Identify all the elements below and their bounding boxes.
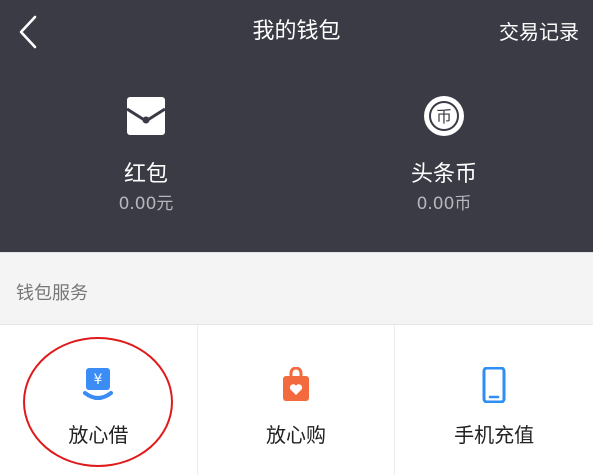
asset-value: 0.00元 <box>118 194 174 214</box>
services-section-title: 钱包服务 <box>16 283 88 304</box>
service-label: 放心购 <box>265 423 326 447</box>
services-grid: ¥ 放心借 放心购 手机充值 <box>0 324 593 475</box>
chevron-left-icon <box>19 15 37 49</box>
service-phone-recharge[interactable]: 手机充值 <box>395 325 593 475</box>
loan-icon: ¥ <box>83 368 114 400</box>
transaction-records-link[interactable]: 交易记录 <box>499 17 579 47</box>
asset-red-packet[interactable]: 红包 0.00元 <box>66 94 226 216</box>
red-packet-icon <box>126 97 166 135</box>
service-label: 放心借 <box>68 423 129 447</box>
back-button[interactable] <box>8 10 48 54</box>
wallet-header: 我的钱包 交易记录 红包 0.00元 币 头条币 0.00币 <box>0 0 593 252</box>
asset-toutiao-coin[interactable]: 币 头条币 0.00币 <box>364 94 524 216</box>
service-label: 手机充值 <box>454 423 535 447</box>
yuan-glyph: ¥ <box>94 372 103 388</box>
asset-value: 0.00币 <box>416 194 472 214</box>
asset-label: 头条币 <box>410 162 477 187</box>
phone-icon <box>482 367 506 403</box>
service-shopping[interactable]: 放心购 <box>198 325 396 475</box>
service-loan[interactable]: ¥ 放心借 <box>0 325 198 475</box>
services-section-header: 钱包服务 <box>0 252 593 324</box>
coin-glyph: 币 <box>436 107 452 126</box>
nav-bar: 我的钱包 交易记录 <box>0 0 593 70</box>
asset-label: 红包 <box>123 162 168 187</box>
shopping-bag-icon <box>282 367 309 401</box>
coin-icon: 币 <box>424 96 464 136</box>
